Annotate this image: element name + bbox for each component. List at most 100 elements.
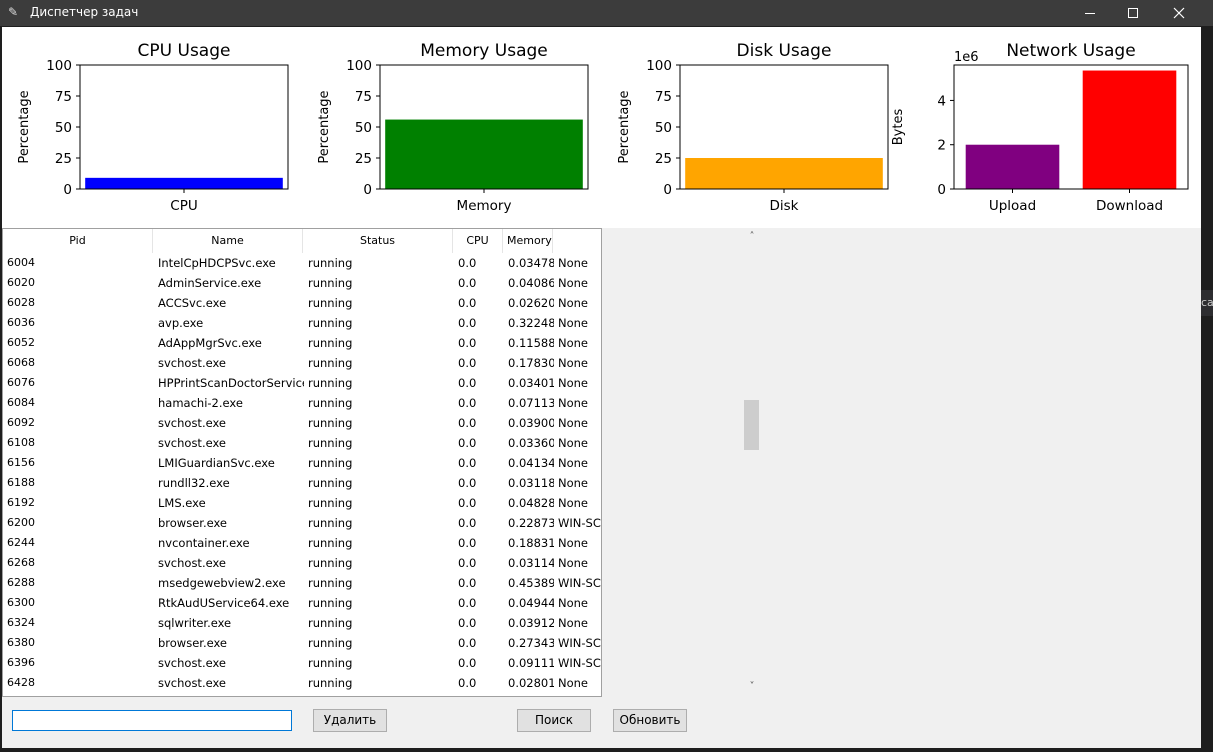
cell-memory: 0.039124 (508, 616, 554, 630)
cell-status: running (308, 476, 353, 490)
table-row[interactable]: 6092 svchost.exe running 0.0 0.039009 None (3, 413, 601, 433)
axis-offset-label: 1e6 (954, 50, 979, 65)
table-row[interactable]: 6076 HPPrintScanDoctorService. running 0.0 0… (3, 373, 601, 393)
delete-button[interactable]: Удалить (313, 709, 387, 732)
column-header-pid[interactable]: Pid (3, 229, 153, 253)
table-row[interactable]: 6084 hamachi-2.exe running 0.0 0.071134 None (3, 393, 601, 413)
y-tick-label: 100 (646, 58, 672, 74)
table-row[interactable]: 6108 svchost.exe running 0.0 0.033609 None (3, 433, 601, 453)
table-row[interactable]: 6324 sqlwriter.exe running 0.0 0.039124 None (3, 613, 601, 633)
charts-panel: CPU Usage Percentage CPU 0 25 50 75 100 Memory U… (2, 27, 1201, 228)
cell-pid: 6188 (7, 476, 35, 489)
y-tick-label: 75 (355, 89, 372, 105)
table-row[interactable]: 6052 AdAppMgrSvc.exe running 0.0 0.115889 Non… (3, 333, 601, 353)
cell-name: AdAppMgrSvc.exe (158, 336, 262, 350)
scroll-down-arrow-icon[interactable]: ˅ (745, 680, 759, 694)
scroll-up-arrow-icon[interactable]: ˄ (745, 230, 759, 244)
background-window-edge: ca (1201, 290, 1213, 316)
cell-memory: 0.034014 (508, 376, 554, 390)
chart-title: Network Usage (1006, 41, 1135, 61)
y-tick-label: 75 (55, 89, 72, 105)
table-row[interactable]: 6188 rundll32.exe running 0.0 0.031180 None (3, 473, 601, 493)
cell-cpu: 0.0 (458, 656, 477, 670)
x-tick-label: Memory (457, 198, 512, 214)
cell-name: hamachi-2.exe (158, 396, 243, 410)
cell-status: running (308, 356, 353, 370)
minimize-icon (1085, 13, 1095, 14)
cell-status: running (308, 656, 353, 670)
cell-user: None (558, 616, 589, 630)
table-row[interactable]: 6020 AdminService.exe running 0.0 0.040860 No… (3, 273, 601, 293)
table-row[interactable]: 6192 LMS.exe running 0.0 0.048284 None (3, 493, 601, 513)
cell-name: RtkAudUService64.exe (158, 596, 290, 610)
cell-user: None (558, 376, 589, 390)
chart-bar (85, 177, 283, 189)
column-header-user[interactable] (553, 229, 601, 253)
cell-name: svchost.exe (158, 436, 227, 450)
cell-user: None (558, 416, 589, 430)
cell-pid: 6084 (7, 396, 35, 409)
table-row[interactable]: 6004 IntelCpHDCPSvc.exe running 0.0 0.034786… (3, 253, 601, 273)
cell-memory: 0.453898 (508, 576, 554, 590)
cell-cpu: 0.0 (458, 476, 477, 490)
table-row[interactable]: 6268 svchost.exe running 0.0 0.031147 None (3, 553, 601, 573)
table-row[interactable]: 6396 svchost.exe running 0.0 0.091111 WIN-SC4 (3, 653, 601, 673)
close-button[interactable] (1156, 0, 1202, 26)
table-row[interactable]: 6036 avp.exe running 0.0 0.322485 None (3, 313, 601, 333)
y-axis-label: Percentage (17, 90, 32, 163)
cell-cpu: 0.0 (458, 376, 477, 390)
search-input[interactable] (12, 710, 292, 731)
cell-name: nvcontainer.exe (158, 536, 250, 550)
table-row[interactable]: 6244 nvcontainer.exe running 0.0 0.188315 Non… (3, 533, 601, 553)
cell-status: running (308, 496, 353, 510)
cell-user: WIN-SC4 (558, 656, 601, 670)
table-row[interactable]: 6156 LMIGuardianSvc.exe running 0.0 0.041342… (3, 453, 601, 473)
cell-pid: 6036 (7, 316, 35, 329)
cell-status: running (308, 556, 353, 570)
cell-user: None (558, 456, 589, 470)
table-row[interactable]: 6200 browser.exe running 0.0 0.228732 WIN-SC4 (3, 513, 601, 533)
cell-memory: 0.040860 (508, 276, 554, 290)
column-header-name[interactable]: Name (153, 229, 303, 253)
cell-cpu: 0.0 (458, 556, 477, 570)
maximize-button[interactable] (1110, 0, 1156, 26)
cell-memory: 0.049441 (508, 596, 554, 610)
cell-cpu: 0.0 (458, 256, 477, 270)
cell-cpu: 0.0 (458, 336, 477, 350)
table-row[interactable]: 6300 RtkAudUService64.exe running 0.0 0.0494… (3, 593, 601, 613)
cell-status: running (308, 536, 353, 550)
cell-memory: 0.188315 (508, 536, 554, 550)
cell-status: running (308, 276, 353, 290)
scrollbar-thumb[interactable] (744, 400, 759, 450)
cell-cpu: 0.0 (458, 396, 477, 410)
cell-pid: 6396 (7, 656, 35, 669)
y-tick-label: 4 (937, 93, 946, 109)
process-table[interactable]: Pid Name Status CPU Memory 6004 IntelCpHD… (2, 228, 602, 697)
cell-cpu: 0.0 (458, 316, 477, 330)
cell-pid: 6200 (7, 516, 35, 529)
cell-user: WIN-SC4 (558, 516, 601, 530)
minimize-button[interactable] (1067, 0, 1113, 26)
table-row[interactable]: 6068 svchost.exe running 0.0 0.178308 None (3, 353, 601, 373)
search-button[interactable]: Поиск (517, 709, 591, 732)
column-header-cpu[interactable]: CPU (453, 229, 503, 253)
table-row[interactable]: 6028 ACCSvc.exe running 0.0 0.026205 None (3, 293, 601, 313)
table-row[interactable]: 6428 svchost.exe running 0.0 0.028017 None (3, 673, 601, 693)
column-header-memory[interactable]: Memory (503, 229, 553, 253)
cell-pid: 6244 (7, 536, 35, 549)
table-row[interactable]: 6380 browser.exe running 0.0 0.273430 WIN-SC4 (3, 633, 601, 653)
cell-memory: 0.178308 (508, 356, 554, 370)
column-header-status[interactable]: Status (303, 229, 453, 253)
cell-pid: 6092 (7, 416, 35, 429)
y-tick-label: 75 (655, 89, 672, 105)
refresh-button[interactable]: Обновить (613, 709, 687, 732)
cell-pid: 6052 (7, 336, 35, 349)
cell-cpu: 0.0 (458, 456, 477, 470)
table-row[interactable]: 6288 msedgewebview2.exe running 0.0 0.453898… (3, 573, 601, 593)
cell-cpu: 0.0 (458, 496, 477, 510)
chart-bar (685, 158, 883, 189)
cell-name: browser.exe (158, 636, 228, 650)
cell-name: svchost.exe (158, 656, 227, 670)
cell-memory: 0.071134 (508, 396, 554, 410)
y-tick-label: 0 (937, 182, 946, 198)
